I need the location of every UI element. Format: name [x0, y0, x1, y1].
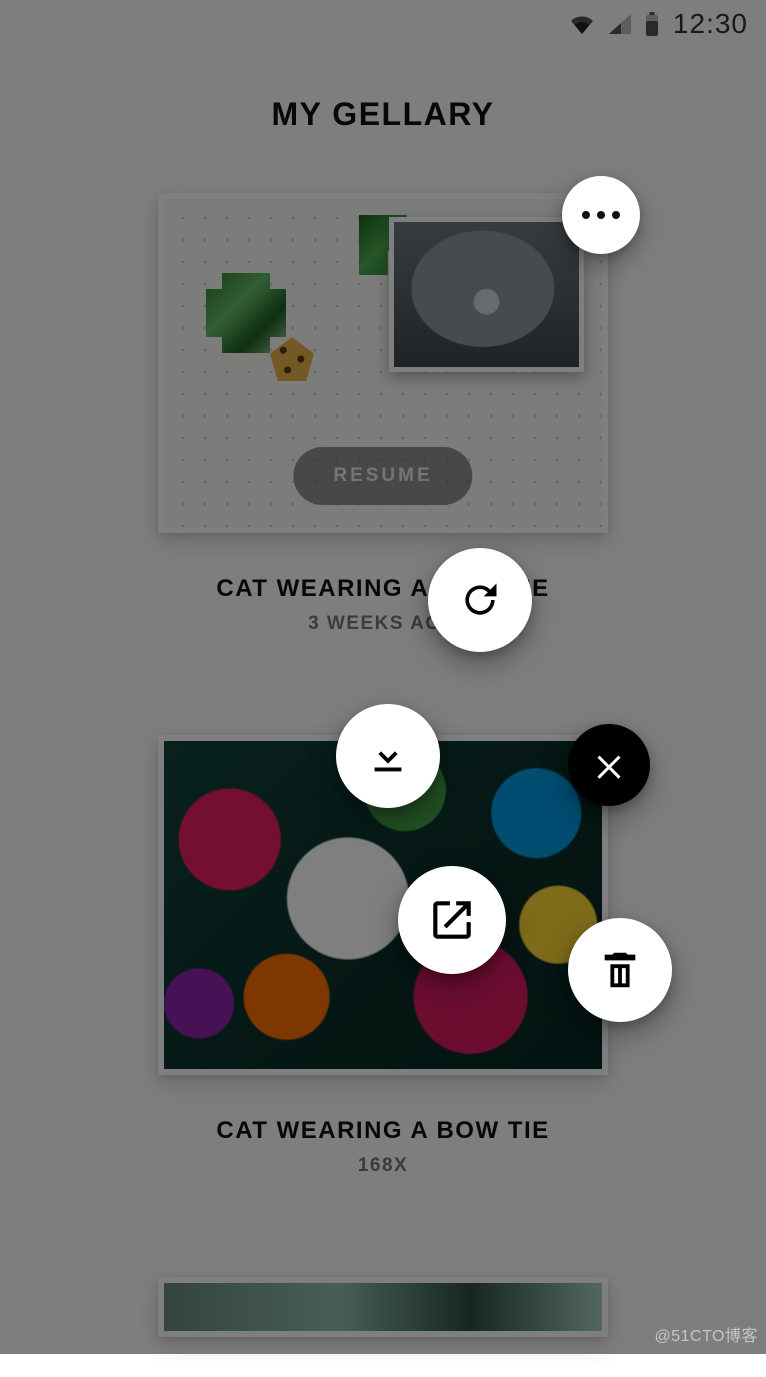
status-bar: 12:30	[0, 0, 766, 48]
battery-icon	[645, 12, 659, 36]
page-title: MY GELLARY	[0, 96, 766, 133]
delete-button[interactable]	[568, 918, 672, 1022]
open-in-new-icon	[427, 895, 477, 945]
puzzle-preview-image	[389, 217, 584, 372]
watermark: @51CTO博客	[654, 1322, 758, 1346]
wifi-icon	[569, 14, 595, 34]
puzzle-thumbnail: RESUME	[158, 193, 608, 533]
refresh-icon	[458, 578, 502, 622]
refresh-button[interactable]	[428, 548, 532, 652]
close-button[interactable]	[568, 724, 650, 806]
puzzle-thumbnail	[158, 1277, 608, 1337]
download-button[interactable]	[336, 704, 440, 808]
gallery-item-subtitle: 168X	[358, 1155, 408, 1177]
dot-icon	[612, 211, 620, 219]
status-time: 12:30	[673, 8, 748, 40]
open-in-new-button[interactable]	[398, 866, 506, 974]
close-icon	[591, 747, 627, 783]
cell-icon	[609, 14, 631, 34]
resume-button[interactable]: RESUME	[293, 447, 472, 505]
gallery-item[interactable]: RESUME CAT WEARING A BOW TIE 3 WEEKS AGO	[158, 193, 608, 635]
download-icon	[365, 733, 411, 779]
dot-icon	[597, 211, 605, 219]
more-button[interactable]	[562, 176, 640, 254]
screen: 12:30 MY GELLARY RESUME CAT WEARING A BO…	[0, 0, 766, 1354]
gallery-item[interactable]	[158, 1277, 608, 1337]
resume-button-label: RESUME	[333, 465, 432, 487]
trash-icon	[597, 947, 643, 993]
dot-icon	[582, 211, 590, 219]
gallery-item-title: CAT WEARING A BOW TIE	[216, 1117, 549, 1145]
